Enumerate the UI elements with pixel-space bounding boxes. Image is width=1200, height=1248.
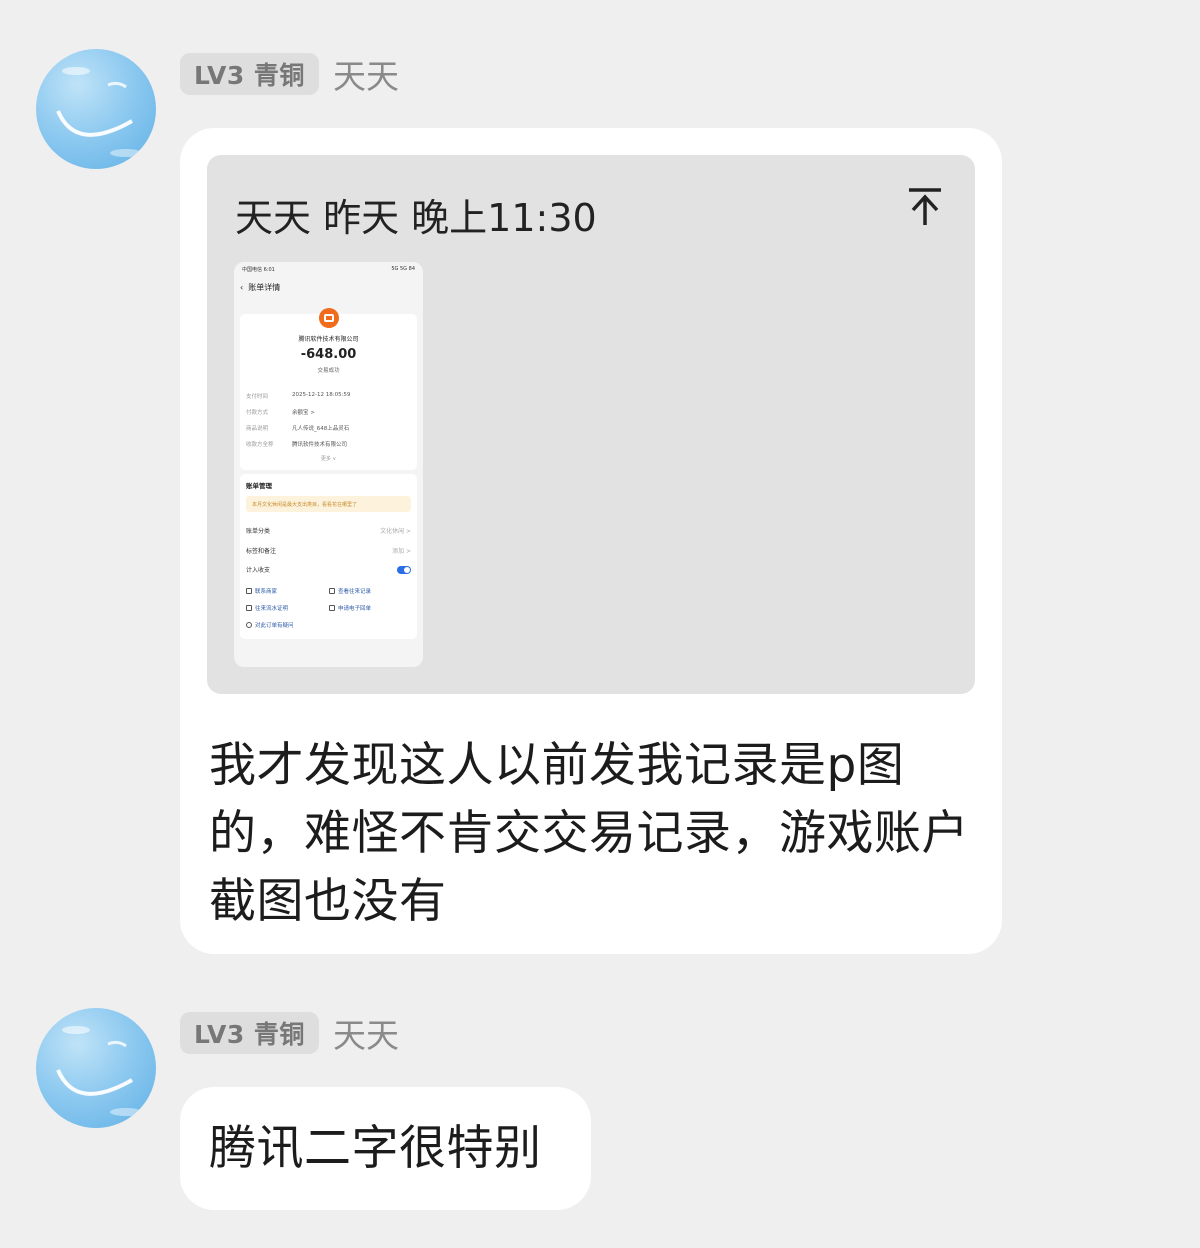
bill-nav-title: 账单详情 [248,283,281,292]
sender-avatar[interactable] [36,49,156,169]
bill-row: 付款方式 余额宝 > [246,410,315,416]
bill-more: 更多 ∨ [320,456,337,462]
document-icon [246,605,252,611]
forwarded-post-card[interactable]: 天天 昨天 晚上11:30 中国电信 6:01 5G 5G 84 ‹ 账单详情 … [207,155,975,694]
contact-icon [246,588,252,594]
question-icon [246,622,252,628]
message-bubble[interactable]: 腾讯二字很特别 [180,1087,591,1210]
phone-status-bar: 中国电信 6:01 5G 5G 84 [242,266,415,273]
message-bubble[interactable]: 天天 昨天 晚上11:30 中国电信 6:01 5G 5G 84 ‹ 账单详情 … [180,128,1002,954]
sender-meta: LV3 青铜 天天 [180,1009,399,1057]
bill-link: 往来流水证明 [246,604,288,612]
sky-avatar-icon [56,67,142,157]
bill-category: 账单分类 文化休闲 > [246,528,411,535]
sender-meta: LV3 青铜 天天 [180,50,399,98]
bill-nav: ‹ 账单详情 [240,282,280,293]
mail-icon [329,605,335,611]
sender-avatar[interactable] [36,1008,156,1128]
sky-avatar-icon [56,1026,142,1116]
sender-name[interactable]: 天天 [333,1009,399,1057]
sender-name[interactable]: 天天 [333,50,399,98]
bill-link: 对此订单有疑问 [246,621,294,629]
forwarded-post-title: 天天 昨天 晚上11:30 [235,196,597,240]
merchant-name: 腾讯软件技术有限公司 [298,336,359,343]
bill-link: 申请电子回单 [329,604,371,612]
bill-status: 交易成功 [317,368,340,374]
collapse-up-icon[interactable] [903,185,947,229]
bill-row: 收款方全称 腾讯软件技术有限公司 [246,442,348,448]
bill-link: 联系商家 [246,587,277,595]
bill-summary-card: 腾讯软件技术有限公司 -648.00 交易成功 支付时间 2025-12-12 1… [240,308,417,470]
bill-manage-card: 账单管理 本月文化休闲是最大支出类目，看看花在哪里了 账单分类 文化休闲 > 标签… [240,474,417,639]
bill-tags: 标签和备注 添加 > [246,548,411,555]
message-text: 我才发现这人以前发我记录是p图的，难怪不肯交交易记录，游戏账户截图也没有 [209,738,969,929]
chevron-left-icon: ‹ [240,283,244,292]
merchant-logo-icon [318,308,339,328]
bill-count-toggle: 计入收支 [246,565,411,574]
attached-screenshot[interactable]: 中国电信 6:01 5G 5G 84 ‹ 账单详情 腾讯软件技术有限公司 -64… [234,262,423,667]
level-badge: LV3 青铜 [180,1012,319,1054]
history-icon [329,588,335,594]
bill-amount: -648.00 [300,347,357,362]
message-text: 腾讯二字很特别 [209,1121,542,1176]
bill-row: 支付时间 2025-12-12 18:05:59 [246,392,351,400]
bill-row: 商品说明 凡人传说_648上品灵石 [246,426,350,432]
bill-link: 查看往来记录 [329,587,371,595]
bill-manage-title: 账单管理 [246,482,272,490]
level-badge: LV3 青铜 [180,53,319,95]
toggle-on-icon [397,565,411,574]
bill-tip: 本月文化休闲是最大支出类目，看看花在哪里了 [246,496,411,512]
